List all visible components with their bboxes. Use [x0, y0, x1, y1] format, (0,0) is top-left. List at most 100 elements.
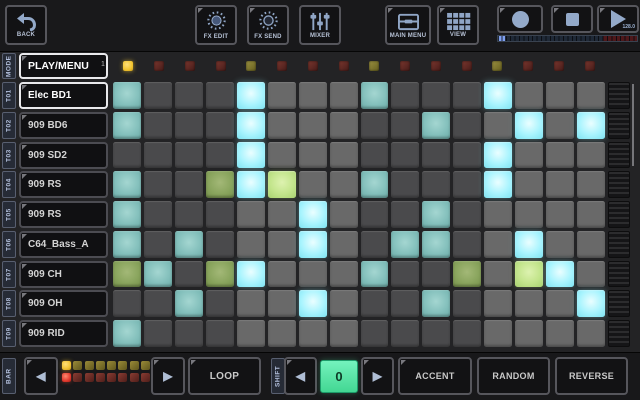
step-cell-r8-c10[interactable]	[391, 290, 419, 317]
step-cell-r3-c1[interactable]	[113, 142, 141, 169]
track-name-button-7[interactable]: 909 CH	[19, 261, 108, 288]
step-cell-r1-c2[interactable]	[144, 82, 172, 109]
step-cell-r1-c8[interactable]	[330, 82, 358, 109]
step-cell-r1-c4[interactable]	[206, 82, 234, 109]
step-cell-r9-c7[interactable]	[299, 320, 327, 347]
step-cell-r9-c11[interactable]	[422, 320, 450, 347]
step-cell-r5-c9[interactable]	[361, 201, 389, 228]
stop-button[interactable]	[551, 5, 593, 33]
step-cell-r1-c10[interactable]	[391, 82, 419, 109]
step-cell-r9-c16[interactable]	[577, 320, 605, 347]
step-cell-r2-c5[interactable]	[237, 112, 265, 139]
step-cell-r9-c6[interactable]	[268, 320, 296, 347]
track-name-button-3[interactable]: 909 SD2	[19, 142, 108, 169]
step-cell-r3-c5[interactable]	[237, 142, 265, 169]
shift-next-button[interactable]: ▶	[361, 357, 394, 395]
step-cell-r9-c4[interactable]	[206, 320, 234, 347]
step-cell-r3-c14[interactable]	[515, 142, 543, 169]
step-cell-r5-c12[interactable]	[453, 201, 481, 228]
step-cell-r4-c6[interactable]	[268, 171, 296, 198]
step-cell-r6-c10[interactable]	[391, 231, 419, 258]
step-cell-r5-c1[interactable]	[113, 201, 141, 228]
step-cell-r6-c11[interactable]	[422, 231, 450, 258]
step-cell-r7-c5[interactable]	[237, 261, 265, 288]
step-cell-r9-c2[interactable]	[144, 320, 172, 347]
step-cell-r2-c10[interactable]	[391, 112, 419, 139]
step-cell-r4-c7[interactable]	[299, 171, 327, 198]
track-name-button-2[interactable]: 909 BD6	[19, 112, 108, 139]
step-cell-r8-c5[interactable]	[237, 290, 265, 317]
step-cell-r6-c4[interactable]	[206, 231, 234, 258]
step-cell-r8-c15[interactable]	[546, 290, 574, 317]
step-cell-r2-c4[interactable]	[206, 112, 234, 139]
step-cell-r7-c10[interactable]	[391, 261, 419, 288]
step-cell-r5-c14[interactable]	[515, 201, 543, 228]
step-cell-r5-c5[interactable]	[237, 201, 265, 228]
step-cell-r6-c14[interactable]	[515, 231, 543, 258]
step-cell-r1-c14[interactable]	[515, 82, 543, 109]
step-cell-r7-c1[interactable]	[113, 261, 141, 288]
step-cell-r5-c13[interactable]	[484, 201, 512, 228]
step-cell-r8-c4[interactable]	[206, 290, 234, 317]
shift-tab[interactable]: SHIFT	[271, 358, 285, 394]
step-cell-r4-c5[interactable]	[237, 171, 265, 198]
step-cell-r7-c2[interactable]	[144, 261, 172, 288]
track-tab-5[interactable]: T05	[2, 201, 16, 228]
step-cell-r7-c13[interactable]	[484, 261, 512, 288]
mixer-button[interactable]: MIXER	[299, 5, 341, 45]
step-cell-r1-c1[interactable]	[113, 82, 141, 109]
step-cell-r6-c15[interactable]	[546, 231, 574, 258]
step-cell-r1-c13[interactable]	[484, 82, 512, 109]
step-cell-r6-c12[interactable]	[453, 231, 481, 258]
step-cell-r7-c14[interactable]	[515, 261, 543, 288]
step-cell-r8-c14[interactable]	[515, 290, 543, 317]
step-cell-r6-c9[interactable]	[361, 231, 389, 258]
step-cell-r5-c11[interactable]	[422, 201, 450, 228]
track-tab-1[interactable]: T01	[2, 82, 16, 109]
step-cell-r5-c4[interactable]	[206, 201, 234, 228]
step-cell-r1-c6[interactable]	[268, 82, 296, 109]
step-cell-r4-c16[interactable]	[577, 171, 605, 198]
step-cell-r5-c6[interactable]	[268, 201, 296, 228]
row-fader-1[interactable]	[608, 82, 630, 109]
scrollbar[interactable]	[632, 84, 634, 166]
track-name-button-5[interactable]: 909 RS	[19, 201, 108, 228]
row-fader-2[interactable]	[608, 112, 630, 139]
step-cell-r3-c8[interactable]	[330, 142, 358, 169]
step-cell-r4-c15[interactable]	[546, 171, 574, 198]
step-cell-r4-c11[interactable]	[422, 171, 450, 198]
row-fader-8[interactable]	[608, 290, 630, 317]
row-fader-6[interactable]	[608, 231, 630, 258]
step-cell-r7-c4[interactable]	[206, 261, 234, 288]
step-cell-r5-c8[interactable]	[330, 201, 358, 228]
step-cell-r2-c1[interactable]	[113, 112, 141, 139]
view-button[interactable]: VIEW	[437, 5, 479, 45]
step-cell-r5-c7[interactable]	[299, 201, 327, 228]
step-cell-r1-c11[interactable]	[422, 82, 450, 109]
mode-tab[interactable]: MODE	[2, 53, 16, 79]
step-cell-r8-c7[interactable]	[299, 290, 327, 317]
step-cell-r6-c13[interactable]	[484, 231, 512, 258]
step-cell-r2-c12[interactable]	[453, 112, 481, 139]
step-cell-r1-c7[interactable]	[299, 82, 327, 109]
step-cell-r3-c15[interactable]	[546, 142, 574, 169]
step-cell-r5-c3[interactable]	[175, 201, 203, 228]
pattern-position-bar[interactable]	[497, 35, 638, 42]
step-cell-r6-c3[interactable]	[175, 231, 203, 258]
step-cell-r9-c14[interactable]	[515, 320, 543, 347]
step-cell-r8-c2[interactable]	[144, 290, 172, 317]
track-tab-7[interactable]: T07	[2, 261, 16, 288]
bar-next-button[interactable]: ▶	[151, 357, 185, 395]
step-cell-r3-c3[interactable]	[175, 142, 203, 169]
step-cell-r9-c13[interactable]	[484, 320, 512, 347]
step-cell-r9-c1[interactable]	[113, 320, 141, 347]
step-cell-r3-c10[interactable]	[391, 142, 419, 169]
step-cell-r6-c16[interactable]	[577, 231, 605, 258]
step-cell-r7-c6[interactable]	[268, 261, 296, 288]
step-cell-r9-c5[interactable]	[237, 320, 265, 347]
shift-prev-button[interactable]: ◀	[284, 357, 317, 395]
step-cell-r7-c3[interactable]	[175, 261, 203, 288]
step-cell-r7-c11[interactable]	[422, 261, 450, 288]
step-cell-r2-c3[interactable]	[175, 112, 203, 139]
step-cell-r2-c8[interactable]	[330, 112, 358, 139]
